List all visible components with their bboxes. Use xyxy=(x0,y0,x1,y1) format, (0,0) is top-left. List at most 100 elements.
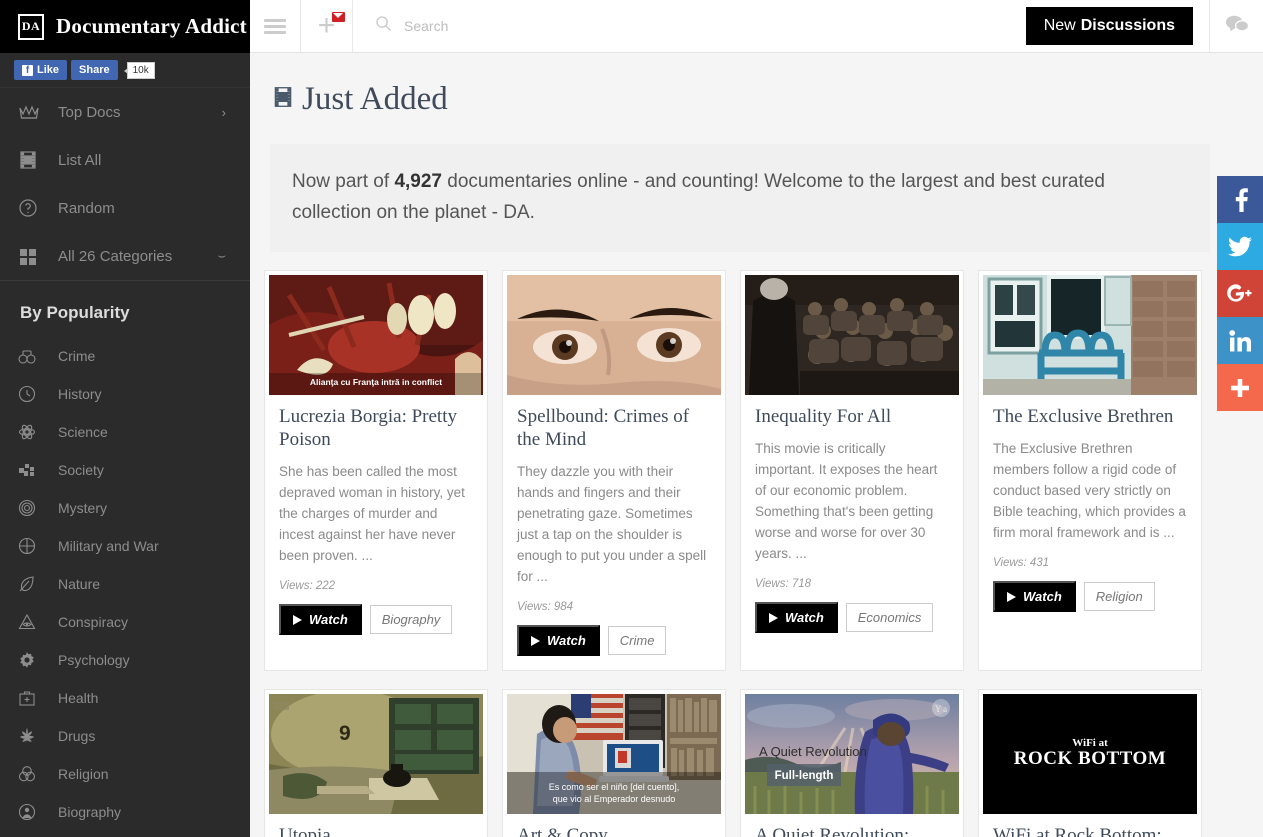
card-body: The Exclusive Brethren The Exclusive Bre… xyxy=(983,395,1197,626)
watch-label: Watch xyxy=(309,612,348,627)
card-views: Views: 718 xyxy=(755,578,812,590)
google-plus-icon xyxy=(1227,283,1253,304)
sidebar-item-nature[interactable]: Nature xyxy=(0,565,250,603)
sidebar-item-top-docs[interactable]: Top Docs › xyxy=(0,88,250,136)
sidebar-item-psychology[interactable]: Psychology xyxy=(0,641,250,679)
card-description: She has been called the most depraved wo… xyxy=(279,464,465,563)
intro-prefix: Now part of xyxy=(292,171,395,192)
sidebar: DA Documentary Addict f Like Share 10k T… xyxy=(0,0,250,837)
google-plus-share-button[interactable] xyxy=(1217,270,1263,317)
documentary-card[interactable]: 9 Utopia xyxy=(264,689,488,837)
twitter-share-button[interactable] xyxy=(1217,223,1263,270)
thumbnail-utopia[interactable]: 9 xyxy=(269,694,483,814)
sidebar-item-biography[interactable]: Biography xyxy=(0,793,250,831)
new-discussions-button[interactable]: New Discussions xyxy=(1025,7,1193,45)
sidebar-item-crime[interactable]: Crime xyxy=(0,337,250,375)
thumbnail-exclusive-brethren[interactable] xyxy=(983,275,1197,395)
facebook-share-label: Share xyxy=(79,64,110,76)
category-tag-button[interactable]: Economics xyxy=(845,603,934,632)
documentary-card[interactable]: Inequality For All This movie is critica… xyxy=(740,270,964,671)
sidebar-item-mystery[interactable]: Mystery xyxy=(0,489,250,527)
sidebar-item-drugs[interactable]: Drugs xyxy=(0,717,250,755)
facebook-like-button[interactable]: f Like xyxy=(14,60,68,80)
add-button[interactable]: + xyxy=(301,0,353,53)
documentary-card[interactable]: Y a A Quiet Revolution Full-length A Qui… xyxy=(740,689,964,837)
atom-icon xyxy=(18,422,44,442)
card-title[interactable]: Inequality For All xyxy=(755,405,949,428)
envelope-icon xyxy=(332,11,345,22)
search-input[interactable] xyxy=(404,18,704,34)
card-actions: Watch Economics xyxy=(755,602,949,633)
facebook-icon xyxy=(1229,187,1251,212)
sidebar-item-military-and-war[interactable]: Military and War xyxy=(0,527,250,565)
sidebar-item-list-all[interactable]: List All xyxy=(0,136,250,184)
sidebar-item-random[interactable]: Random xyxy=(0,184,250,232)
chat-button[interactable] xyxy=(1209,0,1263,53)
watch-button[interactable]: Watch xyxy=(517,625,600,656)
documentary-card[interactable]: Es como ser el niño [del cuento], que vi… xyxy=(502,689,726,837)
svg-text:9: 9 xyxy=(339,722,351,745)
sidebar-item-religion[interactable]: Religion xyxy=(0,755,250,793)
play-icon xyxy=(293,614,302,625)
watch-button[interactable]: Watch xyxy=(755,602,838,633)
sidebar-item-conspiracy[interactable]: Conspiracy xyxy=(0,603,250,641)
thumbnail-inequality-for-all[interactable] xyxy=(745,275,959,395)
share-more-button[interactable] xyxy=(1217,364,1263,411)
card-views: Views: 984 xyxy=(517,601,574,613)
menu-toggle-button[interactable] xyxy=(250,0,301,53)
search-area xyxy=(353,15,1026,37)
card-title[interactable]: Lucrezia Borgia: Pretty Poison xyxy=(279,405,473,451)
card-title[interactable]: Utopia xyxy=(279,824,473,837)
sidebar-item-label: Science xyxy=(58,424,108,440)
card-title[interactable]: Spellbound: Crimes of the Mind xyxy=(517,405,711,451)
spiral-icon xyxy=(18,498,44,518)
intro-banner: Now part of 4,927 documentaries online -… xyxy=(270,144,1210,252)
top-navigation-bar: + New Discussions xyxy=(250,0,1263,53)
category-tag-button[interactable]: Religion xyxy=(1083,582,1155,611)
sidebar-item-label: List All xyxy=(58,151,102,169)
card-title[interactable]: The Exclusive Brethren xyxy=(993,405,1187,428)
facebook-share-button[interactable]: Share xyxy=(71,60,118,80)
documentary-card[interactable]: The Exclusive Brethren The Exclusive Bre… xyxy=(978,270,1202,671)
svg-text:que vio al Emperador desnudo: que vio al Emperador desnudo xyxy=(553,794,676,804)
card-title[interactable]: WiFi at Rock Bottom: xyxy=(993,824,1187,837)
svg-text:Alianţa cu Franţa intră in con: Alianţa cu Franţa intră in conflict xyxy=(310,377,442,387)
sidebar-item-all-categories[interactable]: All 26 Categories ⌣ xyxy=(0,232,250,280)
sidebar-item-health[interactable]: Health xyxy=(0,679,250,717)
thumbnail-spellbound[interactable] xyxy=(507,275,721,395)
sidebar-item-label: Random xyxy=(58,199,115,217)
thumbnail-wifi-at-rock-bottom[interactable]: WiFi at ROCK BOTTOM xyxy=(983,694,1197,814)
category-tag-button[interactable]: Crime xyxy=(607,626,667,655)
page-title-text: Just Added xyxy=(302,81,448,117)
card-title[interactable]: Art & Copy xyxy=(517,824,711,837)
card-title[interactable]: A Quiet Revolution: xyxy=(755,824,949,837)
brand-header[interactable]: DA Documentary Addict xyxy=(0,0,250,53)
card-views: Views: 222 xyxy=(279,580,336,592)
facebook-like-count: 10k xyxy=(123,61,155,79)
sidebar-item-label: All 26 Categories xyxy=(58,247,173,265)
thumbnail-lucrezia-borgia[interactable]: Alianţa cu Franţa intră in conflict xyxy=(269,275,483,395)
thumbnail-art-and-copy[interactable]: Es como ser el niño [del cuento], que vi… xyxy=(507,694,721,814)
card-actions: Watch Biography xyxy=(279,604,473,635)
category-tag-button[interactable]: Biography xyxy=(369,605,453,634)
watch-button[interactable]: Watch xyxy=(279,604,362,635)
linkedin-icon xyxy=(1229,329,1251,352)
documentary-card[interactable]: WiFi at ROCK BOTTOM WiFi at Rock Bottom: xyxy=(978,689,1202,837)
sidebar-item-science[interactable]: Science xyxy=(0,413,250,451)
linkedin-share-button[interactable] xyxy=(1217,317,1263,364)
play-icon xyxy=(769,612,778,623)
film-strip-icon xyxy=(272,81,294,118)
watch-label: Watch xyxy=(547,633,586,648)
documentary-card[interactable]: Spellbound: Crimes of the Mind They dazz… xyxy=(502,270,726,671)
card-actions: Watch Religion xyxy=(993,581,1187,612)
svg-text:A Quiet Revolution: A Quiet Revolution xyxy=(759,744,867,759)
watch-button[interactable]: Watch xyxy=(993,581,1076,612)
facebook-share-button[interactable] xyxy=(1217,176,1263,223)
documentary-card[interactable]: Alianţa cu Franţa intră in conflict Lucr… xyxy=(264,270,488,671)
sidebar-item-society[interactable]: Society xyxy=(0,451,250,489)
sidebar-item-history[interactable]: History xyxy=(0,375,250,413)
thumbnail-a-quiet-revolution[interactable]: Y a A Quiet Revolution Full-length xyxy=(745,694,959,814)
people-grid-icon xyxy=(18,460,44,480)
sidebar-item-label: Crime xyxy=(58,348,96,364)
page-root: DA Documentary Addict f Like Share 10k T… xyxy=(0,0,1263,837)
